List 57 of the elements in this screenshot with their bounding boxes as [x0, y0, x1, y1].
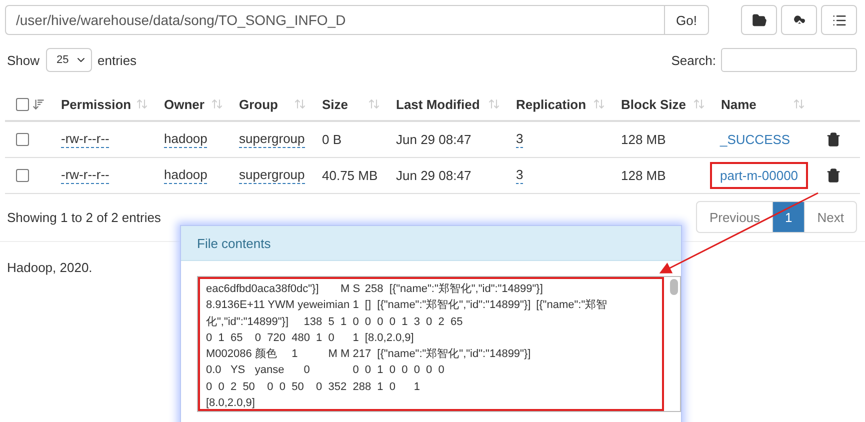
column-header[interactable]: Block Size	[621, 96, 686, 112]
replication-link[interactable]: 3	[516, 167, 524, 184]
list-icon	[832, 12, 846, 28]
create-folder-button[interactable]	[741, 5, 777, 35]
file-line: 0 0 2 50 0 0 50 0 352 288 1 0 1	[206, 380, 421, 395]
footer-text: Hadoop, 2020.	[7, 260, 94, 275]
row-checkbox[interactable]	[16, 133, 29, 146]
delete-icon[interactable]	[826, 132, 840, 147]
sort-icon[interactable]	[32, 98, 45, 110]
select-all-checkbox[interactable]	[16, 98, 29, 110]
scrollbar-thumb[interactable]	[670, 279, 678, 295]
show-label: Show	[7, 52, 40, 68]
file-line: 0 1 65 0 720 480 1 0 1 [8.0,2.0,9]	[206, 330, 415, 346]
file-line: [8.0,2.0,9]	[206, 396, 256, 409]
modified-cell-text: Jun 29 08:47	[395, 168, 472, 183]
size-cell-text: 40.75 MB	[321, 168, 379, 183]
owner-link[interactable]: hadoop	[164, 167, 208, 184]
column-header[interactable]: Owner	[164, 96, 204, 112]
column-header[interactable]: Size	[322, 96, 348, 112]
search-field[interactable]	[721, 48, 857, 72]
pagination-button[interactable]: Previous	[696, 201, 774, 233]
permission-link[interactable]: -rw-r--r--	[61, 131, 110, 148]
upload-button[interactable]	[781, 5, 817, 35]
column-header[interactable]: Name	[721, 96, 756, 112]
file-line: 化","id":"14899"}] 138 5 1 0 0 0 0 1 3 0 2 65	[206, 314, 464, 330]
pagination-button[interactable]: 1	[772, 201, 806, 233]
file-line: eac6dfbd0aca38f0dc"}] M S 258 [{"name":"郑智化","id":"14899"}]	[206, 282, 544, 297]
entries-label: entries	[98, 52, 137, 68]
file-name-link[interactable]: _SUCCESS	[712, 128, 798, 151]
modified-cell-text: Jun 29 08:47	[395, 132, 472, 147]
block-size-cell-text: 128 MB	[620, 132, 667, 147]
entries-select[interactable]: 25	[46, 48, 92, 72]
cut-paste-button[interactable]	[821, 5, 857, 35]
row-checkbox[interactable]	[16, 169, 29, 182]
folder-icon	[752, 12, 766, 28]
file-line: 8.9136E+11 YWM yeweimian 1 [] [{"name":"郑智化","id":"14899"}] [{"name":"郑智	[206, 298, 608, 314]
pagination-button[interactable]: Next	[804, 201, 857, 233]
replication-link[interactable]: 3	[516, 131, 524, 148]
go-button[interactable]: Go!	[665, 5, 709, 35]
entries-info: Showing 1 to 2 of 2 entries	[7, 210, 161, 224]
owner-link[interactable]: hadoop	[164, 131, 208, 148]
column-header[interactable]: Last Modified	[396, 96, 480, 112]
group-link[interactable]: supergroup	[239, 167, 305, 184]
column-header[interactable]: Group	[239, 96, 278, 112]
path-field[interactable]: /user/hive/warehouse/data/song/TO_SONG_INFO_D	[5, 5, 665, 35]
file-line: 0.0 YS yanse 0 0 0 1 0 0 0 0 0	[206, 363, 446, 378]
file-name-link[interactable]: part-m-00000	[712, 164, 806, 187]
file-line: M002086 颜色 1 M M 217 [{"name":"郑智化","id":"14899"}]	[206, 346, 532, 362]
dialog-title: File contents	[197, 236, 271, 250]
permission-link[interactable]: -rw-r--r--	[61, 167, 110, 184]
size-cell-text: 0 B	[321, 132, 343, 147]
block-size-cell-text: 128 MB	[620, 168, 667, 183]
column-header[interactable]: Permission	[61, 96, 132, 112]
search-label: Search:	[671, 52, 716, 68]
group-link[interactable]: supergroup	[239, 131, 305, 148]
column-header[interactable]: Replication	[516, 96, 586, 112]
delete-icon[interactable]	[826, 168, 840, 183]
